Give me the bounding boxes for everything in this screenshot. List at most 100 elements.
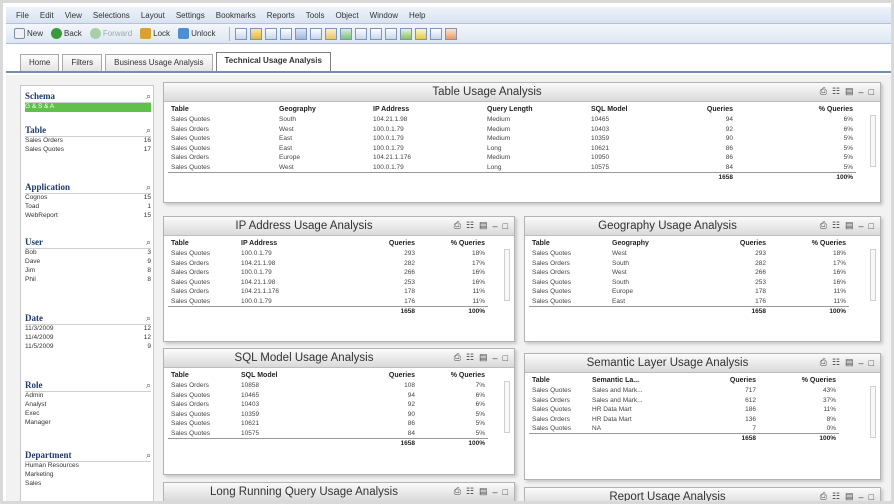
- column-header[interactable]: IP Address: [370, 104, 484, 115]
- maximize-icon[interactable]: □: [503, 487, 508, 497]
- maximize-icon[interactable]: □: [869, 358, 874, 368]
- menu-item-edit[interactable]: Edit: [40, 11, 54, 20]
- cut-icon[interactable]: [294, 27, 307, 40]
- menu-item-reports[interactable]: Reports: [267, 11, 295, 20]
- search-icon[interactable]: ⌕: [146, 182, 151, 193]
- column-header[interactable]: % Queries: [759, 375, 839, 386]
- column-header[interactable]: Queries: [699, 238, 769, 249]
- listbox-item[interactable]: Sales Quotes 17: [25, 146, 151, 155]
- table-row[interactable]: Sales Orders 104.21.1.98 282 17%: [168, 259, 488, 269]
- minimize-icon[interactable]: –: [859, 492, 864, 502]
- export-excel-icon[interactable]: ☷: [832, 220, 840, 231]
- minimize-icon[interactable]: –: [859, 358, 864, 368]
- save-icon[interactable]: [249, 27, 262, 40]
- listbox-item[interactable]: Cognos 15: [25, 194, 151, 203]
- table-row[interactable]: Sales Quotes 100.0.1.79 176 11%: [168, 297, 488, 307]
- minimize-icon[interactable]: –: [859, 221, 864, 231]
- menu-icon[interactable]: ▤: [479, 220, 488, 231]
- print-icon[interactable]: ⎙: [820, 357, 827, 368]
- menu-item-tools[interactable]: Tools: [306, 11, 325, 20]
- table-row[interactable]: Sales Quotes 104.21.1.98 253 16%: [168, 278, 488, 288]
- table-row[interactable]: Sales Orders 104.21.1.176 178 11%: [168, 287, 488, 297]
- menu-icon[interactable]: ▤: [845, 86, 854, 97]
- column-header[interactable]: Semantic La...: [589, 375, 689, 386]
- listbox-item[interactable]: Phil 8: [25, 276, 151, 285]
- listbox-item[interactable]: Human Resources: [25, 462, 151, 471]
- minimize-icon[interactable]: –: [493, 487, 498, 497]
- rocket-icon[interactable]: [429, 27, 442, 40]
- listbox-item[interactable]: Exec: [25, 410, 151, 419]
- tab-home[interactable]: Home: [20, 54, 60, 71]
- column-header[interactable]: Table: [529, 375, 589, 386]
- table-row[interactable]: Sales Quotes West 100.0.1.79 Long 10575 84 5%: [168, 163, 856, 173]
- column-header[interactable]: Queries: [348, 238, 418, 249]
- menu-item-bookmarks[interactable]: Bookmarks: [216, 11, 256, 20]
- table-row[interactable]: Sales Quotes NA 7 0%: [529, 424, 839, 434]
- undo-icon[interactable]: [339, 27, 352, 40]
- menu-icon[interactable]: ▤: [479, 352, 488, 363]
- tab-business-usage-analysis[interactable]: Business Usage Analysis: [105, 54, 213, 71]
- menu-item-settings[interactable]: Settings: [176, 11, 205, 20]
- print-icon[interactable]: ⎙: [454, 352, 461, 363]
- menu-item-object[interactable]: Object: [335, 11, 358, 20]
- table-row[interactable]: Sales Quotes 10359 90 5%: [168, 410, 488, 420]
- redo-icon[interactable]: [354, 27, 367, 40]
- listbox-item[interactable]: G & S & A: [25, 103, 151, 112]
- table-row[interactable]: Sales Quotes East 176 11%: [529, 297, 849, 307]
- menu-icon[interactable]: ▤: [845, 357, 854, 368]
- column-header[interactable]: Query Length: [484, 104, 588, 115]
- maximize-icon[interactable]: □: [869, 221, 874, 231]
- vertical-scrollbar[interactable]: [870, 249, 876, 301]
- column-header[interactable]: % Queries: [418, 370, 488, 381]
- column-header[interactable]: Geography: [609, 238, 699, 249]
- search-icon[interactable]: ⌕: [146, 91, 151, 102]
- listbox-item[interactable]: Toad 1: [25, 203, 151, 212]
- print-icon[interactable]: ⎙: [454, 220, 461, 231]
- search-icon[interactable]: ⌕: [146, 380, 151, 391]
- listbox-item[interactable]: Analyst: [25, 401, 151, 410]
- export-excel-icon[interactable]: ☷: [466, 220, 474, 231]
- unlock-button[interactable]: Unlock: [178, 28, 216, 39]
- pen-icon[interactable]: [414, 27, 427, 40]
- table-row[interactable]: Sales Quotes East 100.0.1.79 Medium 10359 90 5…: [168, 134, 856, 144]
- layout-icon[interactable]: [444, 27, 457, 40]
- maximize-icon[interactable]: □: [503, 221, 508, 231]
- listbox-item[interactable]: WebReport 15: [25, 212, 151, 221]
- lock-button[interactable]: Lock: [140, 28, 170, 39]
- table-row[interactable]: Sales Orders Sales and Mark... 612 37%: [529, 396, 839, 406]
- search-icon[interactable]: ⌕: [146, 313, 151, 324]
- export-excel-icon[interactable]: ☷: [466, 352, 474, 363]
- tab-technical-usage-analysis[interactable]: Technical Usage Analysis: [215, 52, 331, 71]
- search-icon[interactable]: ⌕: [146, 450, 151, 461]
- search-icon[interactable]: ⌕: [146, 125, 151, 136]
- menu-item-window[interactable]: Window: [370, 11, 398, 20]
- print-icon[interactable]: ⎙: [820, 86, 827, 97]
- print-icon[interactable]: ⎙: [820, 220, 827, 231]
- menu-item-selections[interactable]: Selections: [93, 11, 130, 20]
- table-row[interactable]: Sales Orders Europe 104.21.1.176 Medium 1095…: [168, 153, 856, 163]
- vertical-scrollbar[interactable]: [870, 115, 876, 167]
- table-row[interactable]: Sales Quotes HR Data Mart 186 11%: [529, 405, 839, 415]
- minimize-icon[interactable]: –: [859, 87, 864, 97]
- print-preview-icon[interactable]: [279, 27, 292, 40]
- chart-icon[interactable]: [399, 27, 412, 40]
- table-row[interactable]: Sales Orders West 100.0.1.79 Medium 10403 92 6…: [168, 125, 856, 135]
- table-row[interactable]: Sales Quotes South 104.21.1.98 Medium 10465 9…: [168, 115, 856, 125]
- column-header[interactable]: Queries: [689, 375, 759, 386]
- forward-button[interactable]: Forward: [89, 28, 132, 39]
- table-row[interactable]: Sales Quotes South 253 16%: [529, 278, 849, 288]
- print-icon[interactable]: ⎙: [820, 491, 827, 501]
- search-icon[interactable]: [369, 27, 382, 40]
- table-row[interactable]: Sales Orders 10403 92 6%: [168, 400, 488, 410]
- vertical-scrollbar[interactable]: [870, 386, 876, 438]
- table-row[interactable]: Sales Orders West 266 16%: [529, 268, 849, 278]
- table-row[interactable]: Sales Orders South 282 17%: [529, 259, 849, 269]
- menu-icon[interactable]: ▤: [845, 491, 854, 501]
- menu-icon[interactable]: ▤: [845, 220, 854, 231]
- open-icon[interactable]: [234, 27, 247, 40]
- table-row[interactable]: Sales Quotes West 293 18%: [529, 249, 849, 259]
- listbox-item[interactable]: 11/3/2009 12: [25, 325, 151, 334]
- vertical-scrollbar[interactable]: [504, 381, 510, 433]
- listbox-item[interactable]: 11/5/2009 9: [25, 343, 151, 352]
- minimize-icon[interactable]: –: [493, 221, 498, 231]
